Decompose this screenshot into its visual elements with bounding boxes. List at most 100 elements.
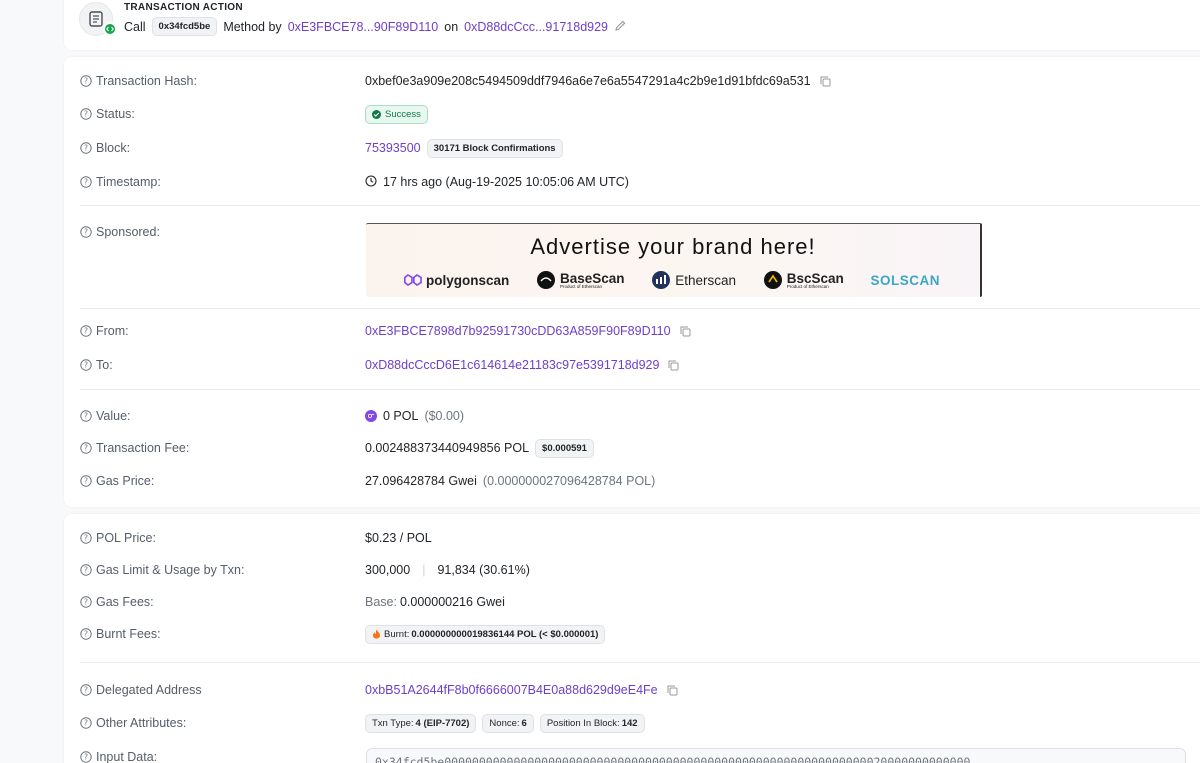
svg-text:?: ? (84, 566, 88, 575)
attributes-row: ? Other Attributes: Txn Type: 4 (EIP-7702)… (80, 713, 1200, 733)
svg-text:?: ? (84, 77, 88, 86)
code-icon (103, 22, 117, 36)
solscan-logo: SOLSCAN (870, 272, 940, 288)
delegated-label: Delegated Address (96, 683, 202, 697)
base-fee-value: 0.000000216 Gwei (399, 595, 505, 609)
attributes-label: Other Attributes: (96, 716, 187, 730)
svg-text:?: ? (84, 477, 88, 486)
svg-text:?: ? (84, 686, 88, 695)
divider (80, 205, 1200, 206)
svg-text:?: ? (84, 630, 88, 639)
burnt-fees-row: ? Burnt Fees: Burnt: 0.000000000019836144 … (80, 624, 1200, 644)
timestamp-label: Timestamp: (96, 175, 161, 189)
help-icon[interactable]: ? (80, 751, 92, 763)
gas-price-row: ? Gas Price: 27.096428784 Gwei (0.00000002… (80, 471, 1200, 491)
help-icon[interactable]: ? (80, 410, 92, 422)
gas-limit-label: Gas Limit & Usage by Txn: (96, 563, 245, 577)
svg-text:?: ? (84, 719, 88, 728)
input-data-box[interactable]: 0x34fcd5be000000000000000000000000000000… (366, 748, 1186, 763)
copy-icon[interactable] (820, 76, 831, 87)
to-label: To: (96, 358, 113, 372)
block-label: Block: (96, 141, 131, 155)
block-link[interactable]: 75393500 (365, 141, 421, 155)
polygon-icon (404, 274, 422, 286)
etherscan-icon (652, 271, 671, 289)
help-icon[interactable]: ? (80, 359, 92, 371)
tx-hash-row: ? Transaction Hash: 0xbef0e3a909e208c5494… (80, 71, 1200, 91)
svg-text:?: ? (84, 361, 88, 370)
status-label: Status: (96, 107, 135, 121)
help-icon[interactable]: ? (80, 176, 92, 188)
fee-row: ? Transaction Fee: 0.002488373440949856 P… (80, 438, 1200, 458)
help-icon[interactable]: ? (80, 75, 92, 87)
method-by-label: Method by (223, 19, 282, 34)
action-to-link[interactable]: 0xD88dcCcc...91718d929 (464, 20, 608, 34)
help-icon[interactable]: ? (80, 532, 92, 544)
sponsored-label: Sponsored: (96, 225, 160, 239)
more-details-card: ? POL Price: $0.23 / POL ? Gas Limit & Usa… (64, 514, 1200, 763)
base-fee-label: Base: (365, 595, 397, 609)
method-id-chip[interactable]: 0x34fcd5be (151, 17, 218, 36)
gas-price-pol: (0.000000027096428784 POL) (482, 474, 656, 488)
help-icon[interactable]: ? (80, 628, 92, 640)
gas-usage-value: 91,834 (30.61%) (437, 563, 530, 577)
pol-price-label: POL Price: (96, 531, 156, 545)
copy-icon[interactable] (668, 360, 679, 371)
edit-icon[interactable] (614, 19, 627, 35)
gas-limit-row: ? Gas Limit & Usage by Txn: 300,000 | 91,83… (80, 560, 1200, 580)
gas-limit-value: 300,000 (365, 563, 411, 577)
input-data-label: Input Data: (96, 750, 158, 763)
bscscan-icon (763, 271, 782, 289)
tx-hash-value: 0xbef0e3a909e208c5494509ddf7946a6e7e6a55… (365, 74, 811, 88)
gas-price-label: Gas Price: (96, 474, 155, 488)
help-icon[interactable]: ? (80, 108, 92, 120)
pol-token-icon (365, 410, 377, 422)
sponsored-banner[interactable]: Advertise your brand here! polygonscan B… (366, 223, 982, 297)
status-row: ? Status: Success (80, 104, 1200, 124)
svg-text:?: ? (84, 144, 88, 153)
help-icon[interactable]: ? (80, 475, 92, 487)
help-icon[interactable]: ? (80, 142, 92, 154)
status-badge: Success (365, 104, 428, 124)
pol-price-value: $0.23 / POL (365, 531, 432, 545)
action-from-link[interactable]: 0xE3FBCE78...90F89D110 (288, 20, 439, 34)
delegated-address-link[interactable]: 0xbB51A2644fF8b0f6666007B4E0a88d629d9eE4… (365, 683, 658, 697)
gas-fees-row: ? Gas Fees: Base: 0.000000216 Gwei (80, 592, 1200, 612)
check-circle-icon (372, 109, 381, 119)
divider (80, 389, 1200, 390)
svg-text:?: ? (84, 753, 88, 762)
copy-icon[interactable] (667, 685, 678, 696)
to-address-link[interactable]: 0xD88dcCccD6E1c614614e21183c97e5391718d9… (365, 358, 659, 372)
help-icon[interactable]: ? (80, 564, 92, 576)
gas-fees-label: Gas Fees: (96, 595, 154, 609)
from-row: ? From: 0xE3FBCE7898d7b92591730cDD63A859F… (80, 321, 1200, 341)
help-icon[interactable]: ? (80, 442, 92, 454)
burnt-fees-label: Burnt Fees: (96, 627, 161, 641)
help-icon[interactable]: ? (80, 226, 92, 238)
basescan-icon (536, 271, 555, 289)
copy-icon[interactable] (680, 326, 691, 337)
txn-type-chip: Txn Type: 4 (EIP-7702) (365, 713, 477, 733)
basescan-logo: BaseScan Product of Etherscan (536, 270, 625, 290)
timestamp-value: 17 hrs ago (Aug-19-2025 10:05:06 AM UTC) (383, 175, 629, 189)
svg-text:?: ? (84, 178, 88, 187)
action-summary: Call 0x34fcd5be Method by 0xE3FBCE78...9… (124, 17, 627, 36)
gas-price-value: 27.096428784 Gwei (365, 474, 477, 488)
divider (80, 308, 1200, 309)
fee-value: 0.002488373440949856 POL (365, 441, 530, 455)
help-icon[interactable]: ? (80, 325, 92, 337)
position-chip: Position In Block: 142 (539, 713, 645, 733)
help-icon[interactable]: ? (80, 596, 92, 608)
help-icon[interactable]: ? (80, 684, 92, 696)
fire-icon (373, 629, 380, 639)
svg-text:?: ? (84, 228, 88, 237)
from-address-link[interactable]: 0xE3FBCE7898d7b92591730cDD63A859F90F89D1… (365, 324, 671, 338)
from-label: From: (96, 324, 129, 338)
on-label: on (444, 19, 459, 34)
fee-label: Transaction Fee: (96, 441, 190, 455)
svg-text:?: ? (84, 598, 88, 607)
svg-text:?: ? (84, 327, 88, 336)
delegated-row: ? Delegated Address 0xbB51A2644fF8b0f6666… (80, 680, 1200, 700)
help-icon[interactable]: ? (80, 717, 92, 729)
value-row: ? Value: 0 POL ($0.00) (80, 406, 1200, 426)
